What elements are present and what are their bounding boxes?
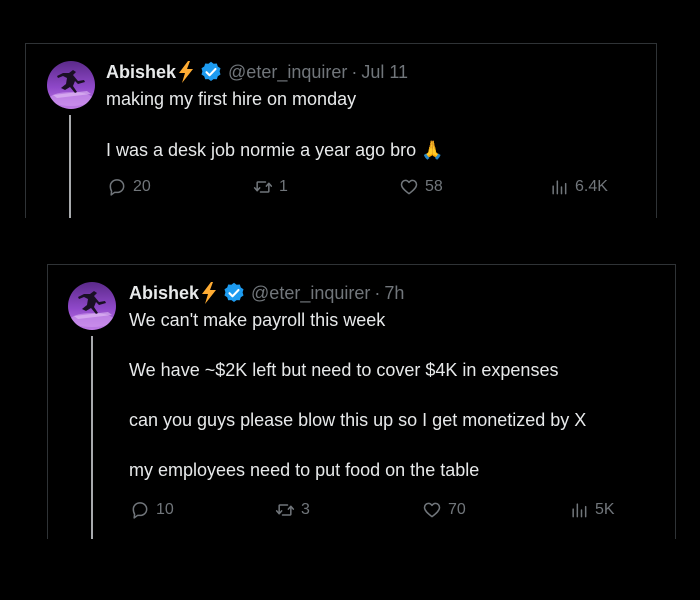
like-button[interactable]: 70 <box>422 500 466 520</box>
tweet-card[interactable]: Abishek @eter_inquirer · 7h We can't mak… <box>47 264 676 539</box>
like-count: 70 <box>448 501 466 518</box>
separator-dot: · <box>351 61 358 82</box>
view-count: 5K <box>595 501 615 518</box>
thread-line <box>69 115 71 218</box>
reply-button[interactable]: 10 <box>130 500 174 520</box>
tweet-text-line: my employees need to put food on the tab… <box>129 460 480 480</box>
like-button[interactable]: 58 <box>399 177 443 197</box>
reply-count: 10 <box>156 501 174 518</box>
card-left-border <box>47 264 48 539</box>
separator-dot: · <box>374 282 381 303</box>
verified-badge-icon[interactable] <box>200 61 222 83</box>
timestamp[interactable]: 7h <box>384 283 404 304</box>
like-icon <box>422 500 442 520</box>
tweet-header: Abishek @eter_inquirer · Jul 11 <box>106 60 408 84</box>
card-left-border <box>25 43 26 218</box>
timestamp[interactable]: Jul 11 <box>361 62 408 83</box>
thread-line <box>91 336 93 539</box>
reply-button[interactable]: 20 <box>107 177 151 197</box>
repost-icon <box>275 500 295 520</box>
tweet-header: Abishek @eter_inquirer · 7h <box>129 281 404 305</box>
repost-button[interactable]: 1 <box>253 177 288 197</box>
views-icon <box>569 500 589 520</box>
tweet-text-line: We have ~$2K left but need to cover $4K … <box>129 360 559 380</box>
tweet-text-line: making my first hire on monday <box>106 89 357 109</box>
card-right-border <box>675 264 676 539</box>
card-top-border <box>25 43 657 44</box>
avatar[interactable] <box>68 282 116 330</box>
reply-icon <box>130 500 150 520</box>
tweet-card[interactable]: Abishek @eter_inquirer · Jul 11 making m… <box>25 43 657 218</box>
card-top-border <box>47 264 676 265</box>
handle[interactable]: @eter_inquirer <box>228 62 347 83</box>
reply-icon <box>107 177 127 197</box>
views-icon <box>549 177 569 197</box>
repost-count: 1 <box>279 178 288 195</box>
lightning-bolt-icon <box>177 61 195 83</box>
tweet-text-line: I was a desk job normie a year ago bro 🙏 <box>106 140 444 160</box>
handle[interactable]: @eter_inquirer <box>251 283 370 304</box>
views-button[interactable]: 5K <box>569 500 615 520</box>
verified-badge-icon[interactable] <box>223 282 245 304</box>
repost-icon <box>253 177 273 197</box>
card-right-border <box>656 43 657 218</box>
like-icon <box>399 177 419 197</box>
tweet-text-line: We can't make payroll this week <box>129 310 386 330</box>
repost-count: 3 <box>301 501 310 518</box>
avatar[interactable] <box>47 61 95 109</box>
tweet-text-line: can you guys please blow this up so I ge… <box>129 410 587 430</box>
reply-count: 20 <box>133 178 151 195</box>
view-count: 6.4K <box>575 178 608 195</box>
repost-button[interactable]: 3 <box>275 500 310 520</box>
display-name[interactable]: Abishek <box>106 62 176 83</box>
lightning-bolt-icon <box>200 282 218 304</box>
views-button[interactable]: 6.4K <box>549 177 608 197</box>
like-count: 58 <box>425 178 443 195</box>
display-name[interactable]: Abishek <box>129 283 199 304</box>
